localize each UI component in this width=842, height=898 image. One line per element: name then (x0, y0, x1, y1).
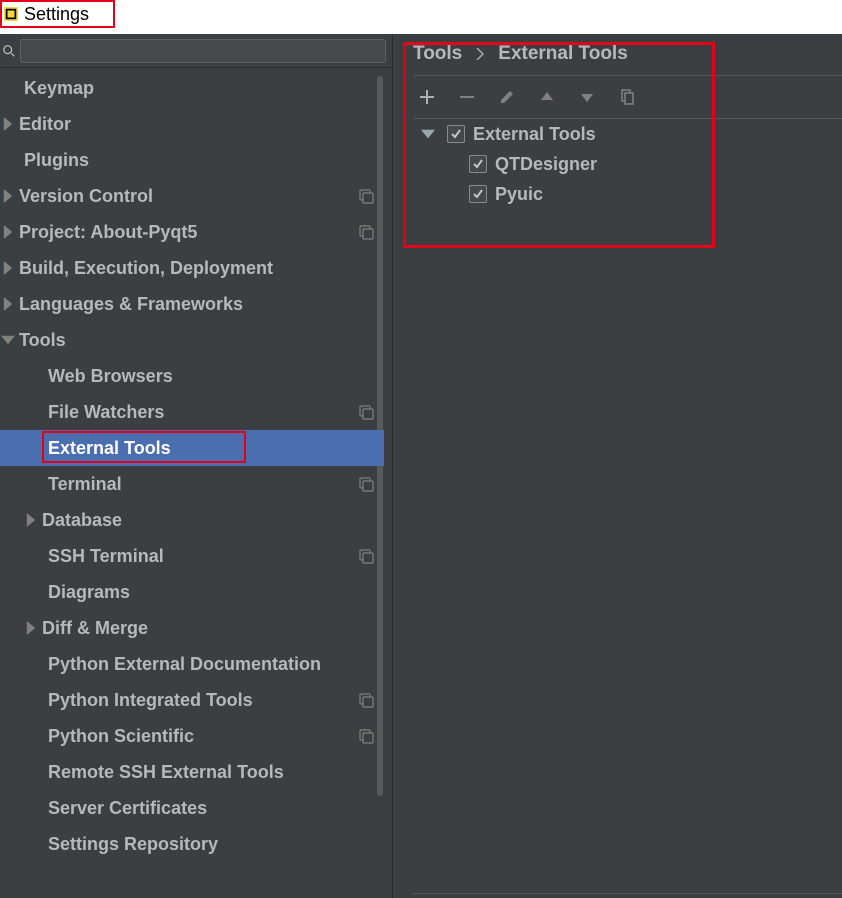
project-scope-icon (358, 548, 374, 564)
sidebar-item-label: External Tools (48, 438, 171, 459)
chevron-right-icon (1, 189, 15, 203)
sidebar-item-python-external-documentation[interactable]: Python External Documentation (0, 646, 384, 682)
window-title-wrap: Settings (0, 0, 115, 28)
external-tools-tree: External Tools QTDesigner Pyuic (413, 119, 842, 209)
sidebar-item-label: Tools (19, 330, 66, 351)
sidebar-item-python-integrated-tools[interactable]: Python Integrated Tools (0, 682, 384, 718)
chevron-right-icon (1, 261, 15, 275)
sidebar-item-label: Remote SSH External Tools (48, 762, 284, 783)
sidebar-item-label: Version Control (19, 186, 153, 207)
breadcrumb: Tools External Tools (393, 34, 842, 74)
sidebar-item-plugins[interactable]: Plugins (0, 142, 384, 178)
project-scope-icon (358, 224, 374, 240)
move-down-button[interactable] (579, 89, 595, 105)
move-up-button[interactable] (539, 89, 555, 105)
sidebar-item-label: Languages & Frameworks (19, 294, 243, 315)
chevron-right-icon (1, 117, 15, 131)
sidebar-item-label: Terminal (48, 474, 122, 495)
sidebar-item-label: Python Scientific (48, 726, 194, 747)
sidebar-item-ssh-terminal[interactable]: SSH Terminal (0, 538, 384, 574)
tool-label: QTDesigner (495, 154, 597, 175)
tool-group-row[interactable]: External Tools (413, 119, 842, 149)
sidebar-item-label: Plugins (24, 150, 89, 171)
sidebar-item-label: Diff & Merge (42, 618, 148, 639)
sidebar-item-label: Database (42, 510, 122, 531)
sidebar-item-web-browsers[interactable]: Web Browsers (0, 358, 384, 394)
chevron-right-icon (24, 513, 38, 527)
sidebar-item-label: File Watchers (48, 402, 164, 423)
remove-button[interactable] (459, 89, 475, 105)
sidebar-item-settings-repository[interactable]: Settings Repository (0, 826, 384, 862)
chevron-right-icon (1, 297, 15, 311)
sidebar-item-database[interactable]: Database (0, 502, 384, 538)
group-checkbox[interactable] (447, 125, 465, 143)
search-icon (2, 44, 16, 58)
sidebar-item-label: Diagrams (48, 582, 130, 603)
sidebar-item-version-control[interactable]: Version Control (0, 178, 384, 214)
external-tools-toolbar (413, 76, 842, 118)
sidebar-item-editor[interactable]: Editor (0, 106, 384, 142)
settings-content: Tools External Tools (393, 34, 842, 898)
sidebar-item-label: Python External Documentation (48, 654, 321, 675)
sidebar-item-label: Build, Execution, Deployment (19, 258, 273, 279)
project-scope-icon (358, 188, 374, 204)
project-scope-icon (358, 728, 374, 744)
tool-row-qtdesigner[interactable]: QTDesigner (413, 149, 842, 179)
project-scope-icon (358, 692, 374, 708)
main-container: Keymap Editor Plugins Version Control Pr… (0, 34, 842, 898)
breadcrumb-leaf: External Tools (498, 43, 628, 65)
sidebar-item-label: Settings Repository (48, 834, 218, 855)
sidebar-item-label: SSH Terminal (48, 546, 164, 567)
copy-button[interactable] (619, 89, 635, 105)
sidebar-item-tools[interactable]: Tools (0, 322, 384, 358)
sidebar-item-remote-ssh-external-tools[interactable]: Remote SSH External Tools (0, 754, 384, 790)
project-scope-icon (358, 476, 374, 492)
edit-button[interactable] (499, 89, 515, 105)
sidebar-item-label: Server Certificates (48, 798, 207, 819)
sidebar-item-label: Keymap (24, 78, 94, 99)
search-row (0, 34, 392, 68)
chevron-right-icon (476, 48, 484, 60)
add-button[interactable] (419, 89, 435, 105)
settings-window-icon (4, 7, 18, 21)
sidebar-item-diagrams[interactable]: Diagrams (0, 574, 384, 610)
tool-row-pyuic[interactable]: Pyuic (413, 179, 842, 209)
sidebar-item-python-scientific[interactable]: Python Scientific (0, 718, 384, 754)
sidebar-item-label: Python Integrated Tools (48, 690, 253, 711)
title-bar: Settings (0, 0, 842, 34)
breadcrumb-root[interactable]: Tools (413, 43, 462, 65)
tool-label: Pyuic (495, 184, 543, 205)
sidebar-item-file-watchers[interactable]: File Watchers (0, 394, 384, 430)
sidebar-item-languages-frameworks[interactable]: Languages & Frameworks (0, 286, 384, 322)
settings-tree: Keymap Editor Plugins Version Control Pr… (0, 68, 384, 862)
chevron-down-icon (421, 127, 435, 141)
tool-checkbox[interactable] (469, 155, 487, 173)
sidebar-item-external-tools[interactable]: External Tools (0, 430, 384, 466)
sidebar-item-label: Web Browsers (48, 366, 173, 387)
search-input[interactable] (20, 39, 386, 63)
sidebar-item-label: Editor (19, 114, 71, 135)
tool-checkbox[interactable] (469, 185, 487, 203)
tool-group-label: External Tools (473, 124, 596, 145)
chevron-right-icon (1, 225, 15, 239)
sidebar-item-terminal[interactable]: Terminal (0, 466, 384, 502)
sidebar-item-diff-merge[interactable]: Diff & Merge (0, 610, 384, 646)
project-scope-icon (358, 404, 374, 420)
window-title: Settings (24, 4, 89, 25)
chevron-right-icon (24, 621, 38, 635)
sidebar-item-label: Project: About-Pyqt5 (19, 222, 197, 243)
sidebar-item-keymap[interactable]: Keymap (0, 70, 384, 106)
settings-sidebar: Keymap Editor Plugins Version Control Pr… (0, 34, 393, 898)
sidebar-item-build-execution-deployment[interactable]: Build, Execution, Deployment (0, 250, 384, 286)
sidebar-item-server-certificates[interactable]: Server Certificates (0, 790, 384, 826)
sidebar-item-project[interactable]: Project: About-Pyqt5 (0, 214, 384, 250)
divider (412, 893, 842, 894)
chevron-down-icon (1, 333, 15, 347)
